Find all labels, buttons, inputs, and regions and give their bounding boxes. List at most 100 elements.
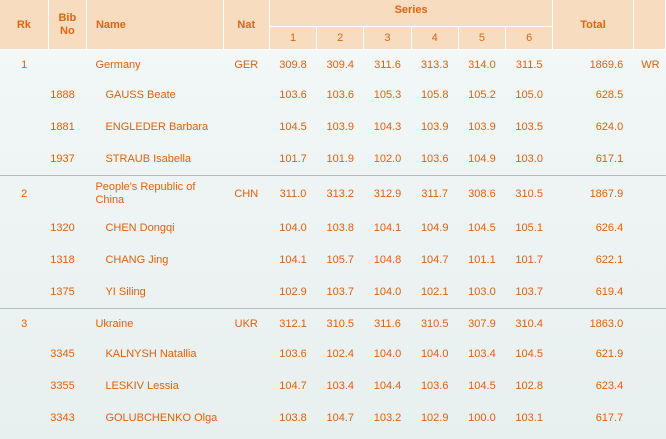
results-page: Rk Bib No Name Nat Series Total 1 2 3 4 5… <box>0 0 666 439</box>
bib-cell <box>48 50 86 80</box>
series-6-cell: 101.7 <box>515 254 543 266</box>
header-series-4: 4 <box>411 26 459 50</box>
total-cell: 624.0 <box>595 121 624 133</box>
series-4-cell: 104.0 <box>420 348 449 360</box>
series-6-cell: 310.4 <box>505 308 553 338</box>
rank-cell: 1 <box>21 58 28 71</box>
team-name: Ukraine <box>86 308 224 338</box>
team-row: 3 Ukraine UKR 312.1 310.5 311.6 310.5 307.9 310.… <box>0 308 666 338</box>
total-cell: 628.5 <box>595 89 624 101</box>
athlete-row: 1888 GAUSS Beate 103.6 103.6 105.3 105.8 105.2… <box>0 79 666 111</box>
athlete-row: 1881 ENGLEDER Barbara 104.5 103.9 104.3 103.9… <box>0 111 666 143</box>
series-5-cell: 104.5 <box>468 222 496 234</box>
series-5-cell: 104.5 <box>468 380 496 392</box>
series-5-cell: 307.9 <box>458 308 506 338</box>
series-2-cell: 313.2 <box>316 175 364 212</box>
series-4-cell: 105.8 <box>420 89 449 101</box>
bib-cell: 1318 <box>50 254 75 266</box>
series-1-cell: 103.8 <box>279 412 307 424</box>
header-bib-text: Bib No <box>58 11 77 37</box>
series-3-cell: 311.6 <box>363 308 412 338</box>
nat-cell <box>223 212 269 244</box>
nat-cell <box>223 244 269 276</box>
series-5-cell: 308.6 <box>458 175 506 212</box>
series-5-cell: 105.2 <box>468 89 496 101</box>
bib-cell: 1888 <box>50 89 75 101</box>
series-5-cell: 103.9 <box>468 121 496 133</box>
athlete-row: 1375 YI Siling 102.9 103.7 104.0 102.1 103.0 10… <box>0 276 666 309</box>
series-1-cell: 103.6 <box>279 348 307 360</box>
series-6-cell: 102.8 <box>515 380 543 392</box>
nat-cell <box>223 276 269 309</box>
athlete-name: CHANG Jing <box>105 254 169 266</box>
series-1-cell: 103.6 <box>279 89 307 101</box>
athlete-row: 1937 STRAUB Isabella 101.7 101.9 102.0 103.6 1… <box>0 143 666 176</box>
athlete-name: KALNYSH Natallia <box>105 348 197 360</box>
series-1-cell: 102.9 <box>279 286 307 298</box>
series-4-cell: 104.9 <box>420 222 449 234</box>
series-2-cell: 101.9 <box>326 153 354 165</box>
series-3-cell: 102.0 <box>373 153 402 165</box>
athlete-name: GAUSS Beate <box>105 89 176 101</box>
series-3-cell: 312.9 <box>363 175 412 212</box>
record-note <box>633 143 665 176</box>
team-name: Germany <box>95 58 141 71</box>
series-6-cell: 104.5 <box>515 348 543 360</box>
table-header: Rk Bib No Name Nat Series Total 1 2 3 4 5… <box>0 0 666 50</box>
series-3-cell: 103.2 <box>373 412 402 424</box>
total-cell: 1869.6 <box>589 58 624 71</box>
series-3-cell: 311.6 <box>374 58 401 71</box>
series-4-cell: 104.7 <box>420 254 449 266</box>
bib-cell: 3343 <box>50 412 75 424</box>
series-5-cell: 101.1 <box>468 254 496 266</box>
record-note: WR <box>641 58 660 71</box>
athlete-name: LESKIV Lessia <box>105 380 179 392</box>
header-bib: Bib No <box>48 0 87 50</box>
team-row: 2 People's Republic of China CHN 311.0 313.2… <box>0 175 666 212</box>
record-note <box>633 402 665 434</box>
header-series-1: 1 <box>269 26 318 50</box>
header-name: Name <box>86 0 224 50</box>
athlete-row: 1318 CHANG Jing 104.1 105.7 104.8 104.7 101.1 1… <box>0 244 666 276</box>
header-series-6: 6 <box>505 26 554 50</box>
header-series-2: 2 <box>316 26 365 50</box>
rank-cell <box>0 143 48 176</box>
athlete-row: 3355 LESKIV Lessia 104.7 103.4 104.4 103.6 104… <box>0 370 666 402</box>
series-2-cell: 105.7 <box>326 254 354 266</box>
total-cell: 1863.0 <box>552 308 634 338</box>
series-5-cell: 103.4 <box>468 348 496 360</box>
series-2-cell: 103.8 <box>326 222 354 234</box>
series-2-cell: 103.6 <box>326 89 354 101</box>
total-cell: 623.4 <box>595 380 624 392</box>
rank-cell <box>0 370 48 402</box>
total-cell: 617.1 <box>595 153 624 165</box>
header-total: Total <box>552 0 634 50</box>
series-5-cell: 314.0 <box>468 58 496 71</box>
series-6-cell: 310.5 <box>505 175 553 212</box>
rank-cell <box>0 212 48 244</box>
record-note <box>633 338 665 370</box>
rank-cell <box>0 402 48 434</box>
header-series-3: 3 <box>363 26 412 50</box>
rank-cell: 2 <box>0 175 49 212</box>
series-1-cell: 104.0 <box>279 222 307 234</box>
series-2-cell: 310.5 <box>316 308 364 338</box>
record-note <box>633 79 665 111</box>
total-cell: 621.9 <box>595 348 624 360</box>
results-table: Rk Bib No Name Nat Series Total 1 2 3 4 5… <box>0 0 666 434</box>
series-1-cell: 309.8 <box>279 58 307 71</box>
series-3-cell: 104.4 <box>373 380 402 392</box>
athlete-name: STRAUB Isabella <box>105 153 192 165</box>
rank-cell <box>0 79 48 111</box>
rank-cell <box>0 111 48 143</box>
nat-cell <box>223 79 269 111</box>
series-6-cell: 103.5 <box>515 121 543 133</box>
total-cell: 626.4 <box>595 222 624 234</box>
series-3-cell: 104.0 <box>373 348 402 360</box>
series-6-cell: 103.7 <box>515 286 543 298</box>
record-note <box>633 244 665 276</box>
bib-cell: 3345 <box>50 348 75 360</box>
series-2-cell: 102.4 <box>326 348 354 360</box>
rank-cell <box>0 338 48 370</box>
rank-cell: 3 <box>0 308 49 338</box>
